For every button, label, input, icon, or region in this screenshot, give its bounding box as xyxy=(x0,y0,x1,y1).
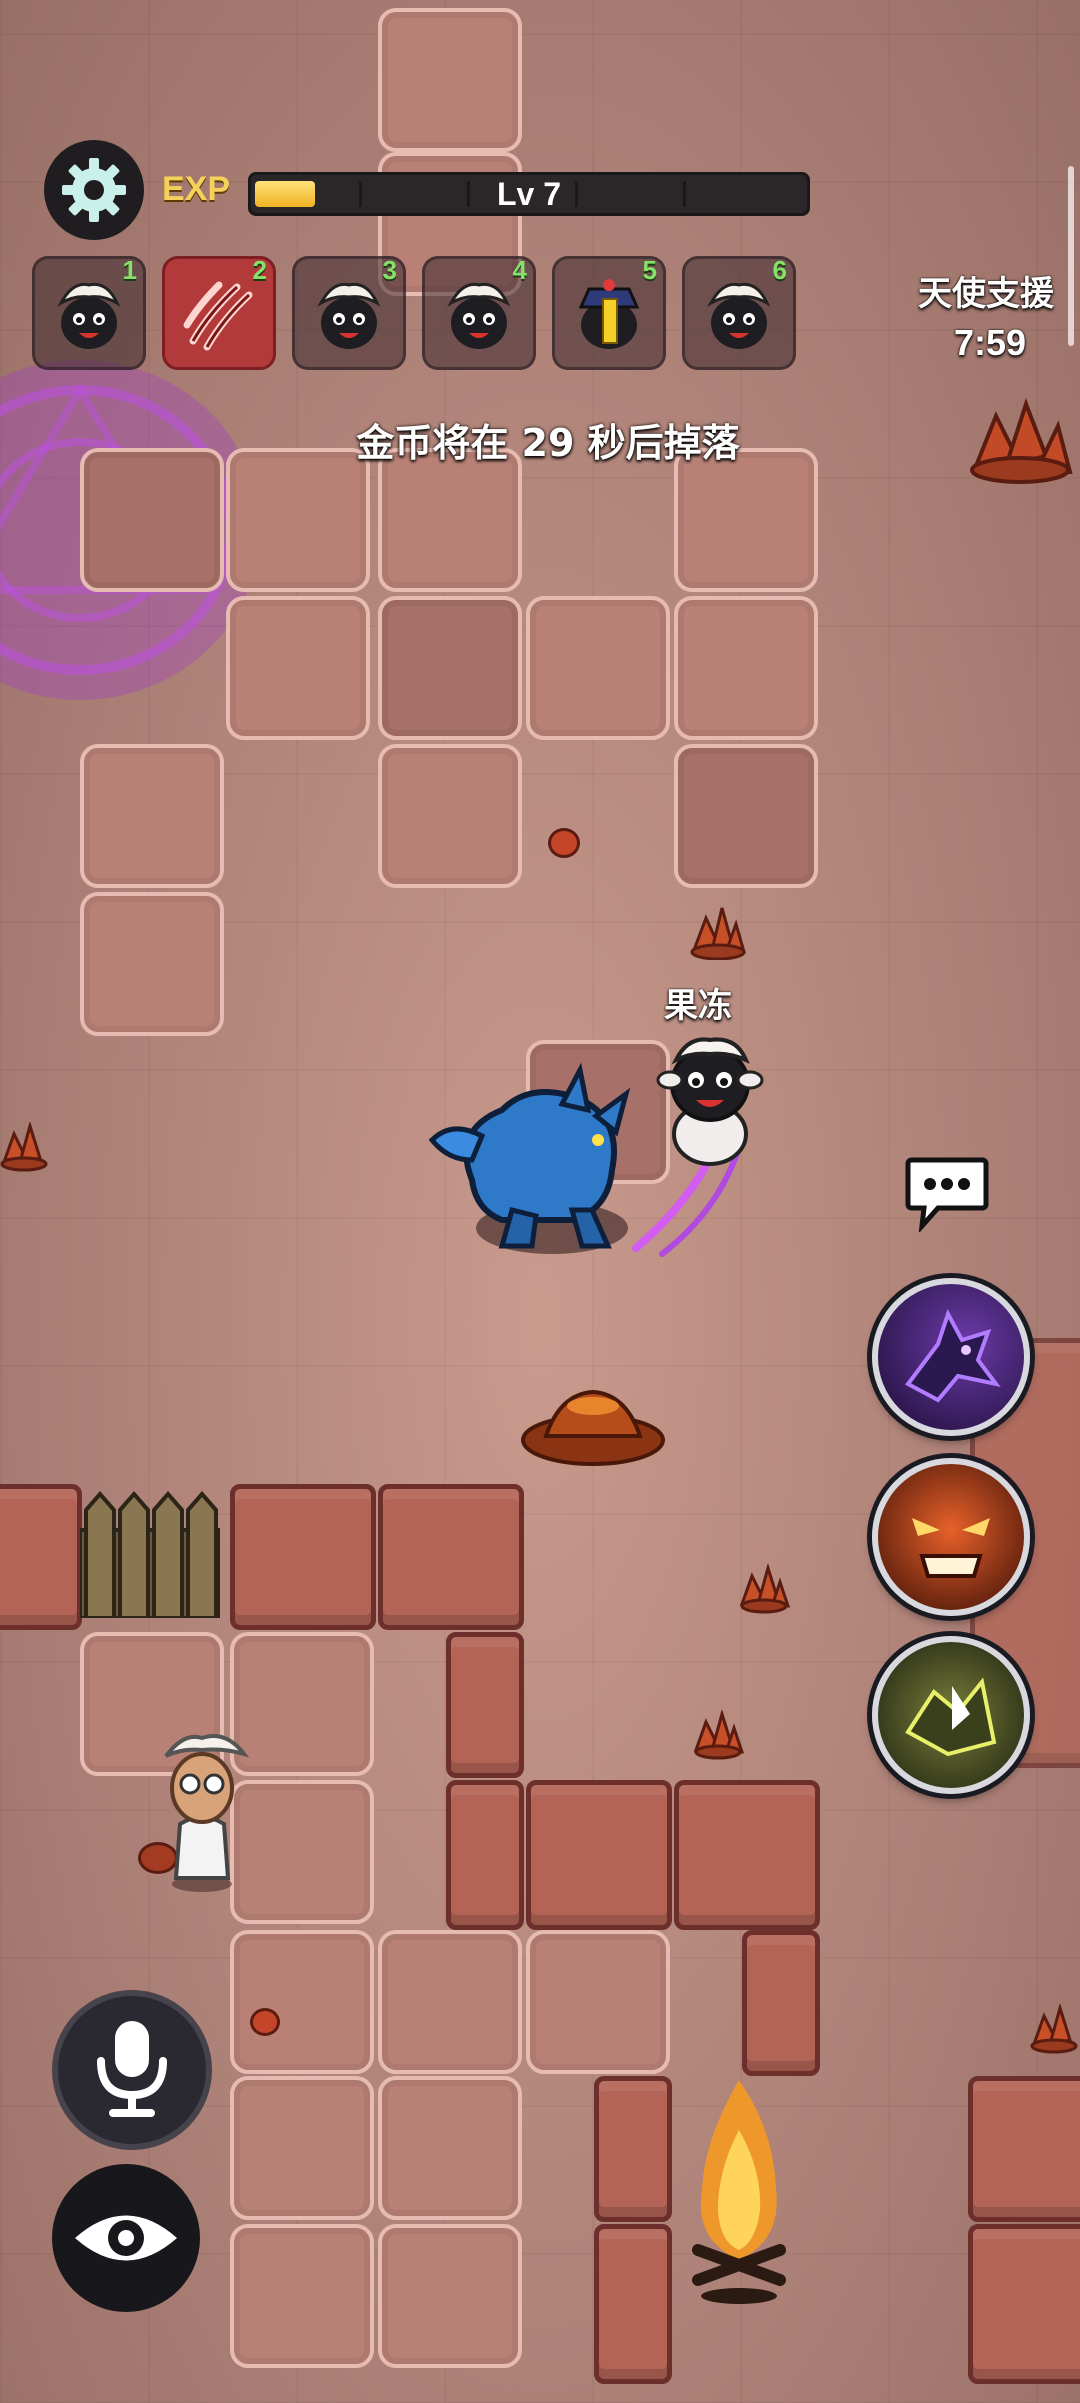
chat-button[interactable] xyxy=(904,1152,990,1234)
skill-button-lightning-beast[interactable] xyxy=(872,1636,1030,1794)
blue-werewolf-enemy[interactable] xyxy=(412,1060,662,1260)
stone-tile xyxy=(226,596,370,740)
microphone-icon xyxy=(97,2021,167,2117)
stone-tile xyxy=(378,744,522,888)
gear-icon xyxy=(62,158,126,222)
brick-wall xyxy=(594,2076,672,2222)
brick-wall xyxy=(674,1780,820,1930)
floor-tile xyxy=(378,2076,522,2220)
wolf-howl-skill-icon xyxy=(905,1308,1001,1403)
eye-icon xyxy=(75,2215,177,2261)
floor-tile xyxy=(526,1930,670,2074)
brick-wall xyxy=(378,1484,524,1630)
character-slot-2[interactable]: 2 xyxy=(162,255,276,370)
character-slot-5[interactable]: 5 xyxy=(552,255,666,370)
character-slot-3[interactable]: 3 xyxy=(292,255,406,370)
player-name-label: 果冻 xyxy=(664,986,732,1026)
ore-pebble[interactable] xyxy=(548,828,580,858)
settings-button[interactable] xyxy=(44,140,144,240)
stone-tile xyxy=(674,448,818,592)
red-ore-node[interactable] xyxy=(692,1710,744,1760)
red-ore-node[interactable] xyxy=(1030,2004,1080,2054)
slot-number: 1 xyxy=(122,255,137,285)
stone-tile xyxy=(378,448,522,592)
brick-wall xyxy=(968,2224,1080,2384)
slot-number: 3 xyxy=(382,255,397,285)
stone-tile xyxy=(526,596,670,740)
stone-tile xyxy=(674,744,818,888)
stone-tile xyxy=(378,596,522,740)
rage-face-skill-icon xyxy=(912,1518,990,1578)
stone-tile xyxy=(226,448,370,592)
slot-number: 2 xyxy=(252,255,267,285)
brick-wall xyxy=(968,2076,1080,2222)
skill-button-wolf-howl[interactable] xyxy=(872,1278,1030,1436)
floor-tile xyxy=(230,2076,374,2220)
wooden-fence xyxy=(78,1490,222,1620)
coin-drop-notice: 金币将在 29 秒后掉落 xyxy=(356,421,740,465)
red-ore-node[interactable] xyxy=(738,1564,790,1614)
red-ore-node[interactable] xyxy=(688,904,746,960)
exp-progress-bar: Lv 7 xyxy=(248,172,810,216)
red-ore-node[interactable] xyxy=(0,1122,52,1172)
voice-chat-button[interactable] xyxy=(52,1990,212,2150)
brick-wall xyxy=(0,1484,82,1630)
slot-number: 5 xyxy=(642,255,657,285)
floor-tile xyxy=(230,2224,374,2368)
floor-tile xyxy=(378,1930,522,2074)
stone-tile xyxy=(80,744,224,888)
stone-tile xyxy=(80,892,224,1036)
character-slot-6[interactable]: 6 xyxy=(682,255,796,370)
stone-tile xyxy=(674,596,818,740)
angel-support-timer: 7:59 xyxy=(953,322,1026,363)
slot-number: 4 xyxy=(512,255,527,285)
game-map[interactable]: EXP Lv 7 1 2 3 4 5 6 天使支援 7:59 金币将在 29 秒后掉落 果… xyxy=(0,0,1080,2403)
character-slot-1[interactable]: 1 xyxy=(32,255,146,370)
brick-wall xyxy=(446,1780,524,1930)
player-sheep-character[interactable] xyxy=(652,1030,768,1170)
level-label: Lv 7 xyxy=(496,176,562,212)
exp-label: EXP xyxy=(162,170,231,208)
floor-tile xyxy=(378,2224,522,2368)
npc-sheep-doctor[interactable] xyxy=(150,1728,260,1898)
slot-number: 6 xyxy=(772,255,787,285)
brick-wall xyxy=(526,1780,672,1930)
brick-wall xyxy=(230,1484,376,1630)
stone-tile xyxy=(80,448,224,592)
skill-button-rage[interactable] xyxy=(872,1458,1030,1616)
scrollbar[interactable] xyxy=(1068,166,1074,346)
lava-mound xyxy=(521,1389,665,1466)
character-slot-4[interactable]: 4 xyxy=(422,255,536,370)
chat-bubble-icon xyxy=(905,1157,989,1234)
floor-tile xyxy=(230,1930,374,2074)
campfire xyxy=(692,2080,786,2304)
brick-wall xyxy=(446,1632,524,1778)
brick-wall xyxy=(742,1930,820,2076)
ore-pebble[interactable] xyxy=(250,2008,280,2036)
stone-tile xyxy=(378,8,522,152)
brick-wall xyxy=(594,2224,672,2384)
view-toggle-button[interactable] xyxy=(52,2164,200,2312)
lightning-beast-skill-icon xyxy=(905,1677,997,1757)
angel-support-title: 天使支援 xyxy=(918,274,1054,314)
